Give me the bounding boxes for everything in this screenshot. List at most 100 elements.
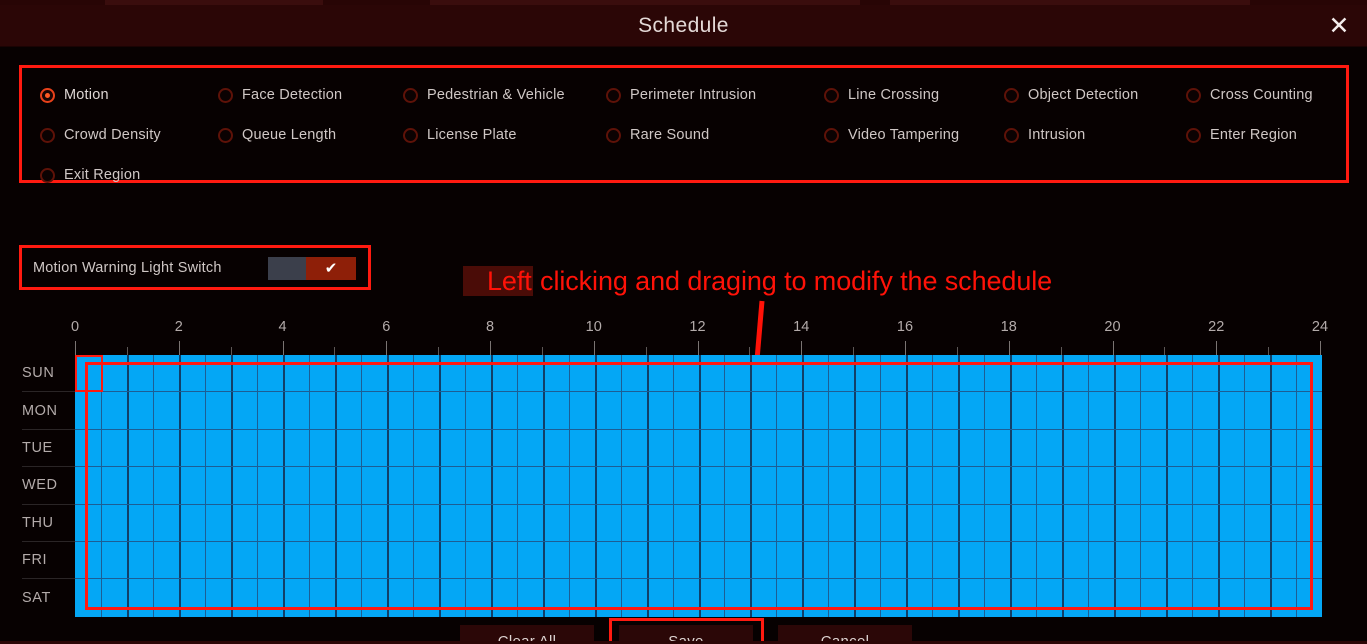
radio-exit-region[interactable]: Exit Region	[40, 163, 140, 187]
schedule-cell-divider	[464, 541, 466, 579]
schedule-cell-divider	[1218, 355, 1221, 392]
schedule-cell-divider	[516, 392, 518, 429]
schedule-cell-divider	[386, 541, 389, 579]
schedule-cell-divider	[724, 355, 726, 392]
schedule-cell-divider	[386, 392, 389, 429]
schedule-cell-divider	[880, 467, 882, 504]
schedule-cell-divider	[1192, 467, 1194, 504]
schedule-row-wed[interactable]	[75, 467, 1322, 505]
radio-enter-region[interactable]: Enter Region	[1186, 123, 1297, 147]
schedule-cell-divider	[412, 541, 414, 579]
schedule-row-sat[interactable]	[75, 579, 1322, 617]
radio-rare-sound[interactable]: Rare Sound	[606, 123, 709, 147]
day-row-sun: SUN	[22, 355, 75, 393]
axis-tick-label: 6	[382, 319, 391, 335]
schedule-row-mon[interactable]	[75, 392, 1322, 430]
schedule-cell-divider	[854, 429, 857, 467]
radio-crowd-density[interactable]: Crowd Density	[40, 123, 161, 147]
schedule-cell-divider	[490, 579, 493, 617]
schedule-cell-divider	[126, 355, 129, 392]
axis-tick	[749, 347, 751, 355]
radio-license-plate[interactable]: License Plate	[403, 123, 517, 147]
radio-queue-length[interactable]: Queue Length	[218, 123, 336, 147]
axis-tick	[645, 347, 647, 355]
schedule-cell-divider	[386, 579, 389, 617]
radio-pedestrian-vehicle[interactable]: Pedestrian & Vehicle	[403, 83, 565, 107]
schedule-cell-divider	[464, 429, 466, 467]
radio-label: Line Crossing	[848, 87, 940, 103]
schedule-cell-divider	[1270, 429, 1273, 467]
day-label: THU	[22, 514, 54, 531]
radio-object-detection[interactable]: Object Detection	[1004, 83, 1138, 107]
axis-tick	[230, 347, 232, 355]
radio-label: Object Detection	[1028, 87, 1139, 103]
schedule-cell-divider	[360, 392, 362, 429]
schedule-cell-divider	[750, 429, 753, 467]
radio-mark-icon	[824, 87, 839, 103]
radio-perimeter-intrusion[interactable]: Perimeter Intrusion	[606, 83, 756, 107]
day-label: FRI	[22, 552, 48, 569]
schedule-cell-divider	[594, 467, 597, 504]
schedule-cell-divider	[854, 355, 857, 392]
schedule-cell-divider	[230, 579, 233, 617]
radio-label: Pedestrian & Vehicle	[427, 87, 565, 103]
time-axis: 0 2 4 6 8 10 12 14 16 18 20 22 24	[71, 319, 1328, 355]
radio-line-crossing[interactable]: Line Crossing	[824, 83, 939, 107]
schedule-cell-divider	[542, 504, 545, 541]
schedule-cell-divider	[1166, 467, 1169, 504]
close-icon[interactable]: ✕	[1321, 9, 1357, 43]
schedule-cell-divider	[308, 355, 310, 392]
radio-intrusion[interactable]: Intrusion	[1004, 123, 1085, 147]
axis-tick	[126, 347, 128, 355]
radio-mark-icon	[218, 127, 233, 143]
radio-motion[interactable]: Motion	[40, 83, 109, 107]
radio-face-detection[interactable]: Face Detection	[218, 83, 342, 107]
schedule-cell-divider	[100, 429, 102, 467]
schedule-cell-divider	[672, 504, 674, 541]
axis-tick-label: 4	[278, 319, 287, 335]
schedule-cell-divider	[1062, 392, 1065, 429]
schedule-grid[interactable]: SUN MON TUE WED THU FRI SAT	[22, 355, 1322, 617]
schedule-cell-divider	[1218, 392, 1221, 429]
schedule-cell-divider	[958, 355, 961, 392]
schedule-cell-divider	[100, 392, 102, 429]
radio-label: Exit Region	[64, 167, 141, 183]
schedule-row-tue[interactable]	[75, 429, 1322, 468]
radio-mark-icon	[40, 87, 55, 103]
schedule-cell-divider	[204, 355, 206, 392]
warning-light-toggle[interactable]: ✔	[268, 257, 356, 280]
schedule-cell-divider	[828, 429, 830, 467]
schedule-cell-divider	[750, 504, 753, 541]
schedule-row-sun[interactable]	[75, 355, 1322, 393]
schedule-cell-divider	[906, 504, 909, 541]
schedule-cell-divider	[1270, 355, 1273, 392]
schedule-row-thu[interactable]	[75, 504, 1322, 542]
radio-cross-counting[interactable]: Cross Counting	[1186, 83, 1313, 107]
schedule-cells[interactable]	[75, 355, 1322, 617]
schedule-cell-divider	[1088, 579, 1090, 617]
schedule-cell-divider	[646, 467, 649, 504]
schedule-cell-divider	[126, 541, 129, 579]
radio-mark-icon	[606, 87, 621, 103]
schedule-row-fri[interactable]	[75, 541, 1322, 580]
schedule-cell-divider	[906, 579, 909, 617]
schedule-cell-divider	[1062, 467, 1065, 504]
schedule-cell-divider	[802, 504, 805, 541]
schedule-cell-divider	[724, 429, 726, 467]
event-type-radio-group[interactable]: Motion Face Detection Pedestrian & Vehicle…	[22, 68, 1346, 183]
axis-tick	[490, 341, 491, 355]
axis-tick	[1320, 341, 1321, 355]
schedule-cell-divider	[308, 579, 310, 617]
schedule-cell-divider	[1036, 541, 1038, 579]
schedule-cell-divider	[802, 467, 805, 504]
radio-label: Motion	[64, 87, 109, 103]
radio-video-tampering[interactable]: Video Tampering	[824, 123, 959, 147]
schedule-cell-divider	[932, 392, 934, 429]
schedule-cell-divider	[230, 541, 233, 579]
axis-tick	[1060, 347, 1062, 355]
schedule-cell-divider	[204, 392, 206, 429]
schedule-cell-divider	[100, 355, 102, 392]
axis-tick-label: 18	[1000, 319, 1017, 335]
schedule-cell-divider	[516, 467, 518, 504]
schedule-cell-divider	[802, 355, 805, 392]
